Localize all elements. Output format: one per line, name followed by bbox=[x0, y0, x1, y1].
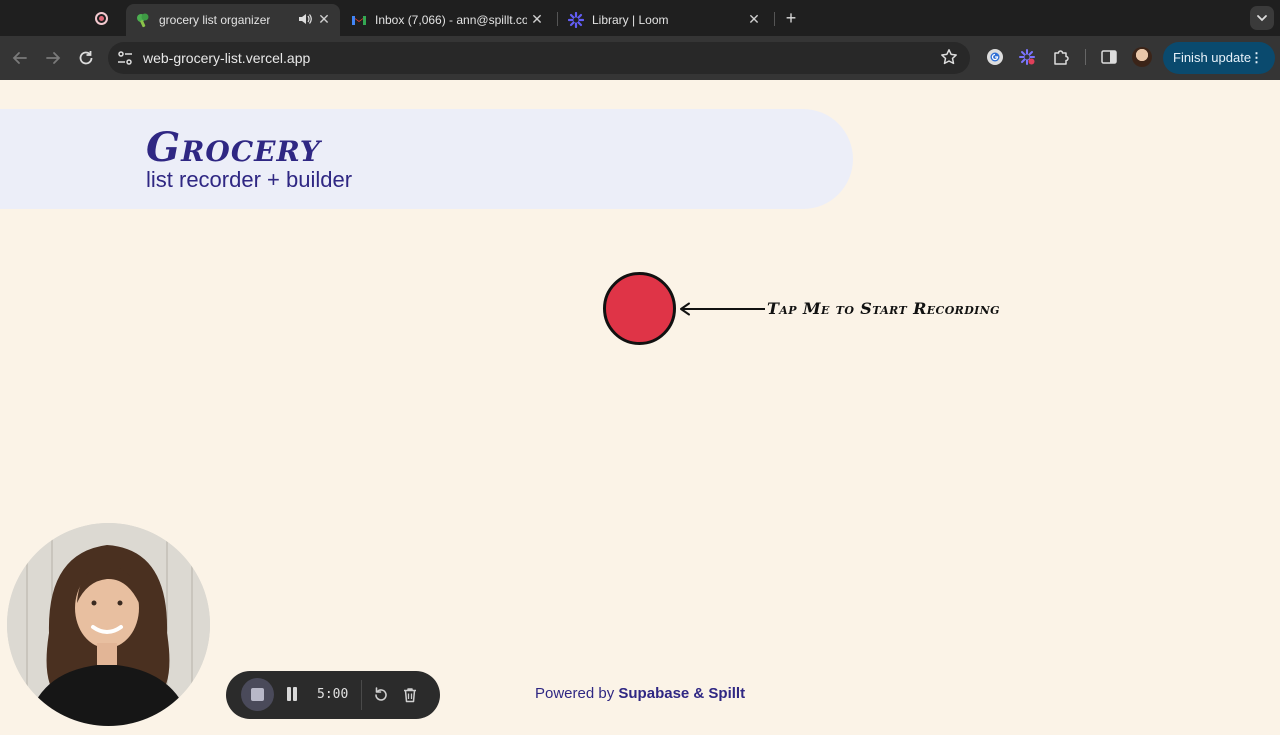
side-panel-icon[interactable] bbox=[1100, 48, 1118, 66]
record-hint: Tap Me to Start Recording bbox=[767, 299, 1000, 318]
toolbar-divider bbox=[1085, 49, 1086, 65]
tab-grocery[interactable]: grocery list organizer ✕ bbox=[126, 4, 340, 36]
back-icon[interactable] bbox=[9, 47, 31, 69]
finish-update-button[interactable]: Finish update ⋮ bbox=[1163, 42, 1275, 74]
new-tab-icon[interactable]: + bbox=[781, 8, 801, 28]
arrow-left-icon bbox=[680, 302, 765, 316]
app-subtitle: list recorder + builder bbox=[146, 167, 353, 192]
forward-icon[interactable] bbox=[42, 47, 64, 69]
loom-icon bbox=[568, 12, 584, 28]
extension-grammar-icon[interactable] bbox=[986, 48, 1004, 66]
bookmark-star-icon[interactable] bbox=[940, 48, 958, 66]
app-title: Grocery bbox=[146, 124, 321, 171]
finish-update-label: Finish update bbox=[1173, 50, 1252, 65]
webcam-person-image bbox=[7, 523, 210, 726]
restart-icon[interactable] bbox=[372, 686, 390, 704]
header-banner bbox=[0, 109, 853, 209]
close-tab-icon[interactable]: ✕ bbox=[316, 11, 332, 27]
tab-search-button[interactable] bbox=[1250, 6, 1274, 30]
webcam-bubble[interactable] bbox=[7, 523, 210, 726]
tab-divider bbox=[557, 12, 558, 26]
more-menu-icon: ⋮ bbox=[1250, 50, 1263, 65]
trash-icon[interactable] bbox=[401, 686, 419, 704]
tab-loom[interactable]: Library | Loom ✕ bbox=[562, 4, 770, 36]
close-tab-icon[interactable]: ✕ bbox=[746, 11, 762, 27]
broccoli-icon bbox=[137, 13, 149, 28]
speaker-icon[interactable] bbox=[298, 12, 312, 26]
recording-indicator-icon bbox=[95, 12, 108, 25]
record-button[interactable] bbox=[603, 272, 676, 345]
footer-prefix: Powered by bbox=[535, 685, 615, 702]
recording-timer: 5:00 bbox=[317, 687, 349, 702]
reload-icon[interactable] bbox=[75, 47, 97, 69]
tab-title: Library | Loom bbox=[592, 13, 669, 27]
gmail-icon bbox=[352, 16, 366, 25]
footer-brand-link[interactable]: Supabase & Spillt bbox=[618, 685, 745, 702]
site-settings-icon[interactable] bbox=[115, 49, 135, 67]
control-divider bbox=[361, 680, 362, 710]
tab-gmail[interactable]: Inbox (7,066) - ann@spillt.co ✕ bbox=[345, 4, 553, 36]
tab-title: grocery list organizer bbox=[159, 13, 271, 27]
tab-divider bbox=[774, 12, 775, 26]
extensions-puzzle-icon[interactable] bbox=[1052, 48, 1070, 66]
stop-recording-button[interactable] bbox=[241, 678, 274, 711]
pause-button[interactable] bbox=[285, 686, 299, 702]
profile-avatar[interactable] bbox=[1132, 47, 1152, 67]
chevron-down-icon bbox=[1257, 15, 1267, 22]
close-tab-icon[interactable]: ✕ bbox=[529, 11, 545, 27]
powered-by-footer: Powered by Supabase & Spillt bbox=[535, 684, 745, 704]
extension-loom-icon[interactable] bbox=[1018, 48, 1036, 66]
url-text[interactable]: web-grocery-list.vercel.app bbox=[143, 49, 310, 67]
tab-title: Inbox (7,066) - ann@spillt.co bbox=[375, 13, 527, 27]
